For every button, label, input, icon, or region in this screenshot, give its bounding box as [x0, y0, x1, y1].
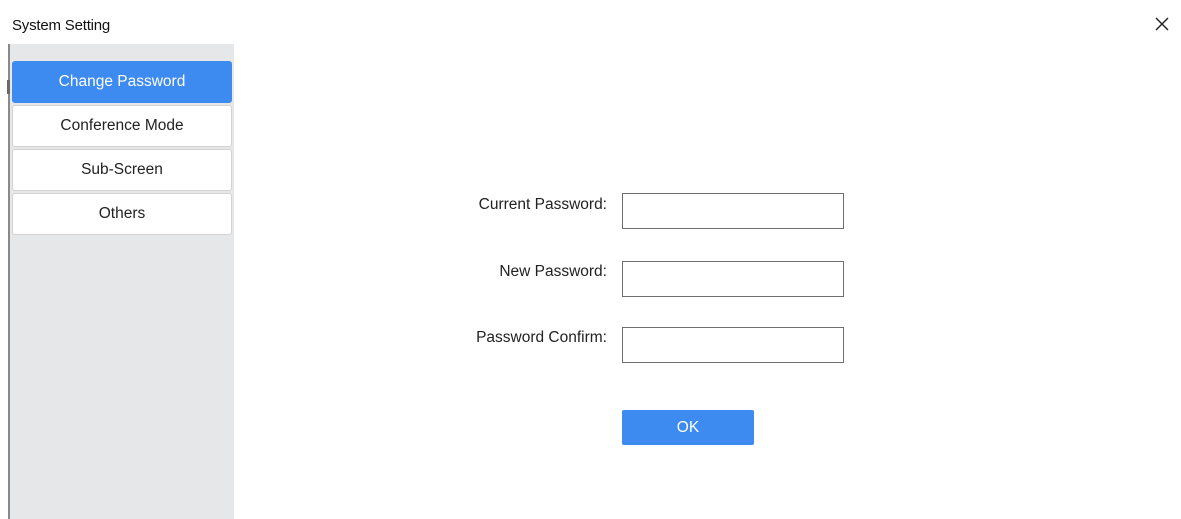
- window-title: System Setting: [12, 17, 111, 34]
- close-icon: [1155, 17, 1169, 31]
- close-button[interactable]: [1150, 12, 1174, 36]
- system-setting-window: System Setting Change Password Conferenc…: [0, 0, 1181, 519]
- new-password-input[interactable]: [622, 261, 844, 297]
- sidebar-item-others[interactable]: Others: [12, 193, 232, 235]
- new-password-label: New Password:: [499, 263, 607, 280]
- sidebar-item-sub-screen[interactable]: Sub-Screen: [12, 149, 232, 191]
- sidebar-item-conference-mode[interactable]: Conference Mode: [12, 105, 232, 147]
- current-password-label: Current Password:: [478, 196, 607, 213]
- settings-sidebar: Change Password Conference Mode Sub-Scre…: [10, 44, 234, 519]
- ok-button[interactable]: OK: [622, 410, 754, 445]
- title-bar: System Setting: [0, 0, 1181, 44]
- current-password-input[interactable]: [622, 193, 844, 229]
- password-confirm-input[interactable]: [622, 327, 844, 363]
- password-confirm-label: Password Confirm:: [476, 329, 607, 346]
- sidebar-item-change-password[interactable]: Change Password: [12, 61, 232, 103]
